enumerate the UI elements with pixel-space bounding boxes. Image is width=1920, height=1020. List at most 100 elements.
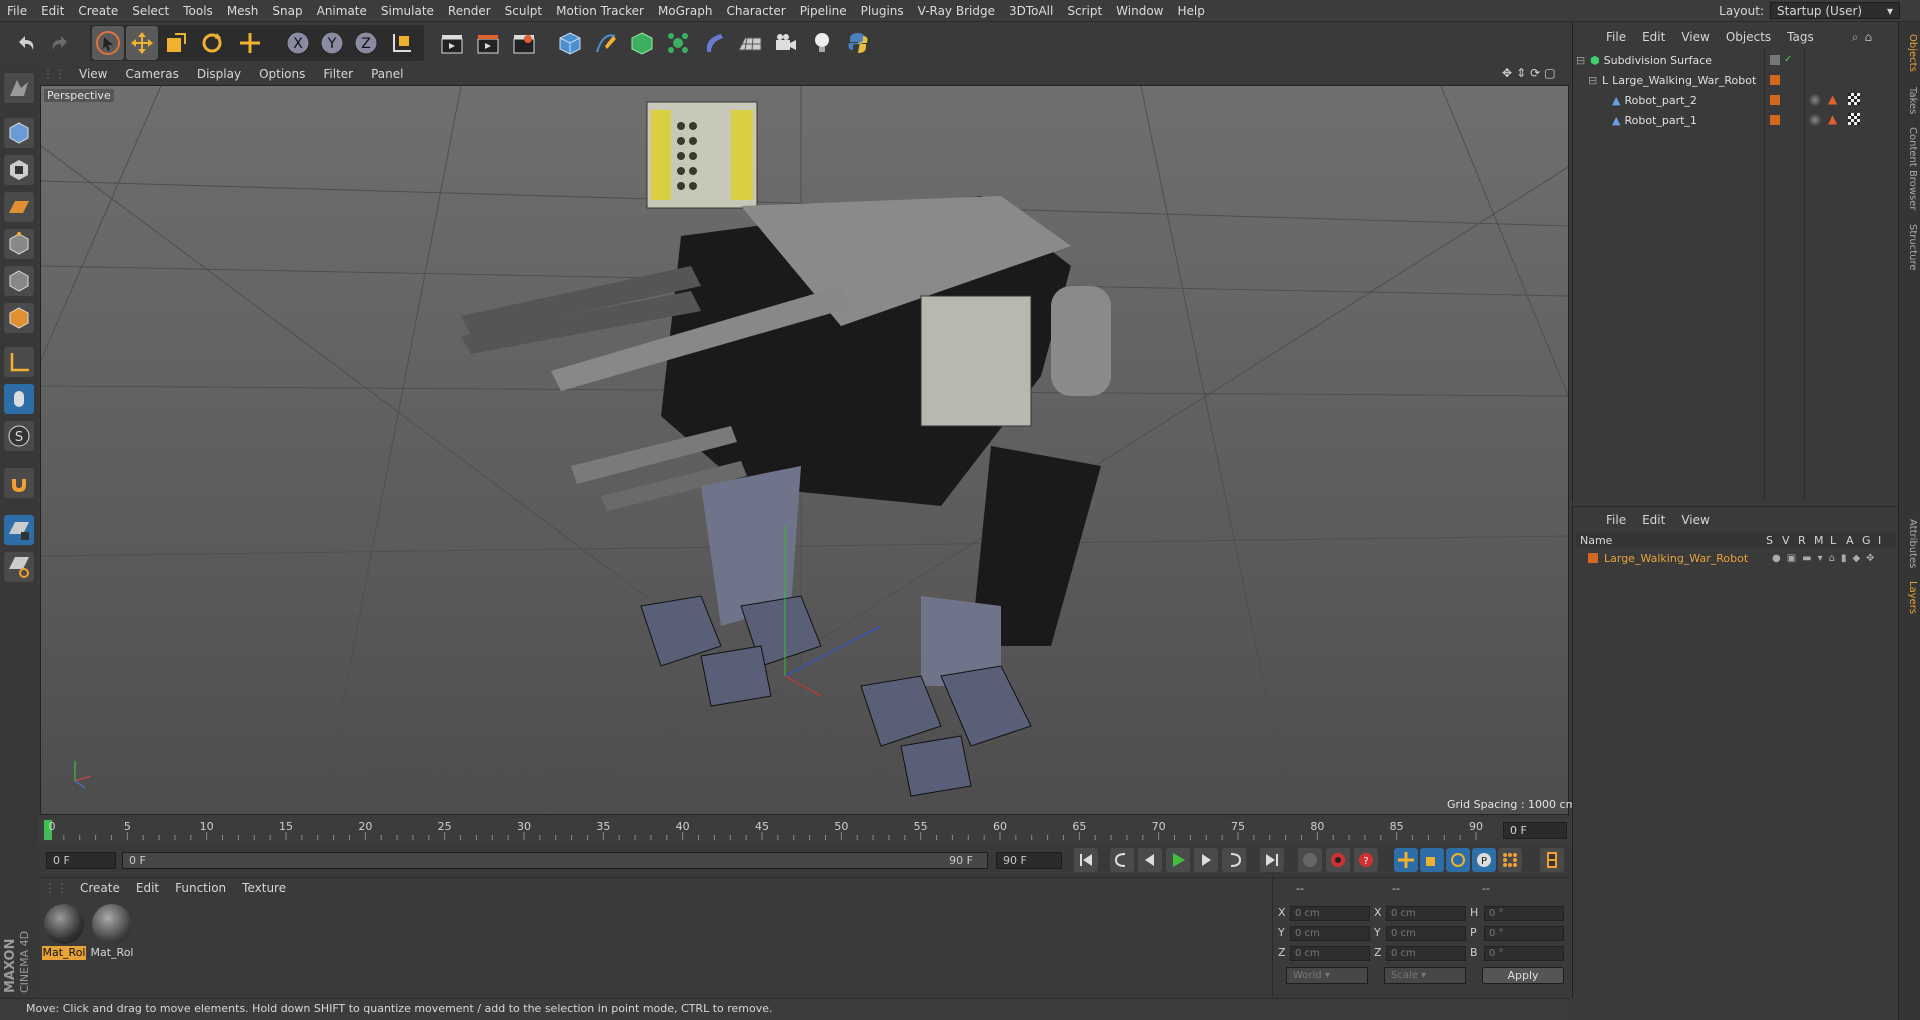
coord-pos-field[interactable]: 0 cm (1290, 946, 1370, 961)
texture-mode-button[interactable] (4, 155, 34, 185)
light-button[interactable] (806, 26, 838, 60)
workplane-mode-button[interactable] (4, 192, 34, 222)
tab-attributes[interactable]: Attributes (1900, 514, 1918, 574)
go-to-start-button[interactable] (1074, 848, 1098, 872)
camera-button[interactable] (770, 26, 802, 60)
menu-plugins[interactable]: Plugins (854, 4, 911, 18)
redo-button[interactable] (44, 26, 76, 60)
viewport-menu-display[interactable]: Display (188, 67, 250, 81)
cube-primitive-button[interactable] (554, 26, 586, 60)
viewport-menu-options[interactable]: Options (250, 67, 314, 81)
live-selection-button[interactable] (92, 26, 124, 60)
material-tag-icon[interactable] (1808, 113, 1822, 127)
object-row[interactable]: ⊟ ⬢ Subdivision Surface (1576, 51, 1764, 69)
viewport-menu-cameras[interactable]: Cameras (116, 67, 187, 81)
record-keys-button[interactable] (1298, 848, 1322, 872)
scale-dropdown[interactable]: Scale ▾ (1384, 967, 1466, 984)
tab-objects[interactable]: Objects (1900, 28, 1918, 78)
material-swatch[interactable]: Mat_Rol (42, 902, 86, 960)
menu-character[interactable]: Character (719, 4, 792, 18)
collapse-icon[interactable]: ⊟ (1576, 54, 1590, 67)
layer-flag-icons[interactable]: ●▣▬▾⌂▮◆✥ (1772, 553, 1881, 564)
layer-row[interactable]: Large_Walking_War_Robot ●▣▬▾⌂▮◆✥ (1576, 549, 1896, 567)
viewport-menu-filter[interactable]: Filter (314, 67, 362, 81)
solo-button[interactable]: S (4, 421, 34, 451)
menu-create[interactable]: Create (71, 4, 125, 18)
keyframe-selection-button[interactable]: ? (1354, 848, 1378, 872)
menu-simulate[interactable]: Simulate (374, 4, 441, 18)
layer-color-icon[interactable] (1770, 95, 1780, 105)
tab-takes[interactable]: Takes (1900, 84, 1918, 118)
menu-mesh[interactable]: Mesh (220, 4, 266, 18)
maximize-icon[interactable]: ▢ (1544, 66, 1555, 80)
start-frame-field[interactable]: 0 F (46, 852, 116, 869)
viewport-menu-view[interactable]: View (70, 67, 116, 81)
next-frame-button[interactable] (1194, 848, 1218, 872)
rotate-tool-button[interactable] (196, 26, 228, 60)
zoom-icon[interactable]: ⇕ (1516, 66, 1526, 80)
world-dropdown[interactable]: World ▾ (1286, 967, 1368, 984)
object-row[interactable]: ⊟ L Large_Walking_War_Robot (1576, 71, 1764, 89)
menu-help[interactable]: Help (1170, 4, 1211, 18)
checkmark-icon[interactable]: ✓ (1784, 55, 1794, 65)
menu-edit[interactable]: Edit (34, 4, 71, 18)
coord-size-field[interactable]: 0 cm (1386, 926, 1466, 941)
edge-mode-button[interactable] (4, 266, 34, 296)
object-menu-view[interactable]: View (1673, 30, 1717, 44)
pan-icon[interactable]: ✥ (1502, 66, 1512, 80)
material-swatch[interactable]: Mat_Rol (90, 902, 134, 959)
enable-axis-button[interactable] (4, 347, 34, 377)
point-level-key-button[interactable] (1498, 848, 1522, 872)
tab-content-browser[interactable]: Content Browser (1900, 124, 1918, 214)
viewport-menu-panel[interactable]: Panel (362, 67, 412, 81)
make-editable-button[interactable] (4, 73, 34, 103)
menu-select[interactable]: Select (125, 4, 176, 18)
menu-sculpt[interactable]: Sculpt (498, 4, 549, 18)
layer-menu-file[interactable]: File (1598, 513, 1634, 527)
previous-frame-button[interactable] (1138, 848, 1162, 872)
timeline[interactable]: 0 5 10 15 20 25 30 35 40 45 50 55 60 65 70 75 80 85 90 (38, 818, 1569, 842)
menu-3dtoall[interactable]: 3DToAll (1002, 4, 1060, 18)
coord-rot-field[interactable]: 0 ° (1484, 946, 1564, 961)
previous-key-button[interactable] (1110, 848, 1134, 872)
layout-selector[interactable]: Layout: Startup (User) ▾ (1719, 2, 1900, 19)
menu-pipeline[interactable]: Pipeline (793, 4, 854, 18)
menu-window[interactable]: Window (1109, 4, 1170, 18)
coordinate-system-button[interactable] (386, 26, 418, 60)
rotation-key-button[interactable] (1446, 848, 1470, 872)
parameter-key-button[interactable]: P (1472, 848, 1496, 872)
floor-button[interactable] (734, 26, 766, 60)
uvw-tag-icon[interactable] (1848, 113, 1860, 125)
layout-dropdown[interactable]: Startup (User) ▾ (1770, 2, 1900, 19)
tab-layers[interactable]: Layers (1900, 578, 1918, 618)
object-row[interactable]: ▲ Robot_part_2 (1576, 91, 1764, 109)
layer-menu-edit[interactable]: Edit (1634, 513, 1673, 527)
polygon-mode-button[interactable] (4, 303, 34, 333)
coord-size-field[interactable]: 0 cm (1386, 906, 1466, 921)
uvw-tag-icon[interactable] (1848, 93, 1860, 105)
deformer-button[interactable] (698, 26, 730, 60)
coord-pos-field[interactable]: 0 cm (1290, 926, 1370, 941)
snap-button[interactable] (4, 468, 34, 498)
menu-file[interactable]: File (0, 4, 34, 18)
pen-spline-button[interactable] (590, 26, 622, 60)
scale-tool-button[interactable] (160, 26, 192, 60)
coord-pos-field[interactable]: 0 cm (1290, 906, 1370, 921)
tweak-mode-button[interactable] (4, 384, 34, 414)
object-menu-tags[interactable]: Tags (1779, 30, 1822, 44)
home-icon[interactable]: ⌂ (1864, 30, 1872, 44)
menu-snap[interactable]: Snap (265, 4, 309, 18)
point-mode-button[interactable] (4, 229, 34, 259)
search-icon[interactable]: ⌕ (1852, 30, 1859, 45)
layer-color-icon[interactable] (1770, 75, 1780, 85)
end-frame-field[interactable]: 90 F (996, 852, 1062, 869)
position-key-button[interactable] (1394, 848, 1418, 872)
material-menu-texture[interactable]: Texture (234, 881, 294, 895)
material-menu-function[interactable]: Function (167, 881, 234, 895)
cloner-button[interactable] (662, 26, 694, 60)
play-button[interactable] (1166, 848, 1190, 872)
go-to-end-button[interactable] (1260, 848, 1284, 872)
3d-viewport[interactable] (40, 85, 1569, 815)
layer-color-icon[interactable] (1770, 115, 1780, 125)
object-menu-file[interactable]: File (1598, 30, 1634, 44)
